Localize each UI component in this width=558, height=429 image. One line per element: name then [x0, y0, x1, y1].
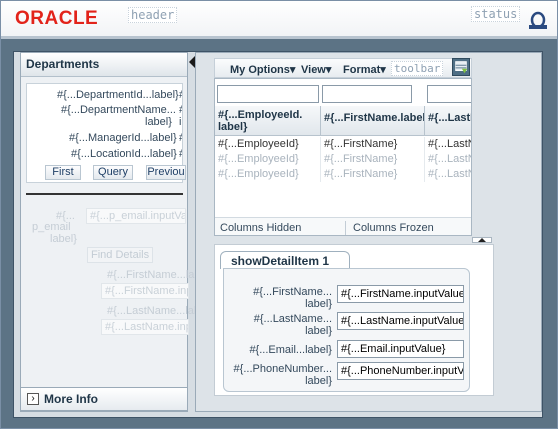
- chevron-down-icon: ▾: [289, 64, 296, 76]
- table-cell[interactable]: #{...LastN: [425, 167, 471, 182]
- oracle-logo: ORACLE: [15, 8, 99, 29]
- table-cell[interactable]: #{...LastN: [425, 137, 471, 152]
- filter-lastname-input[interactable]: [427, 85, 471, 103]
- lastname-label-2: label}: [305, 325, 332, 337]
- table-cell[interactable]: #{...FirstName}: [321, 137, 425, 152]
- column-header-firstname[interactable]: #{...FirstName.label}: [321, 106, 425, 136]
- table-cell[interactable]: #{...FirstName}: [321, 167, 425, 182]
- manager-id-value[interactable]: #{.: [179, 132, 182, 144]
- department-name-value-2[interactable]: inp: [179, 116, 182, 128]
- tab-show-detail-item[interactable]: showDetailItem 1: [220, 251, 350, 269]
- column-header-employee-id[interactable]: #{...EmployeeId. label}: [215, 106, 321, 136]
- detach-table-icon[interactable]: [452, 58, 470, 76]
- location-id-label: #{...LocationId...label}: [71, 148, 177, 160]
- first-button[interactable]: First: [45, 165, 81, 180]
- department-name-label-2: label}: [145, 116, 172, 128]
- email-search-label-3: label}: [50, 233, 77, 245]
- my-options-label: My Options: [230, 64, 290, 76]
- header-bar: ORACLE header status: [1, 1, 557, 36]
- toolbar-region-tag: toolbar: [391, 61, 444, 76]
- columns-frozen-label: Columns Frozen: [353, 222, 434, 234]
- lastname-input[interactable]: #{...LastName.inputValue: [337, 312, 464, 330]
- more-info-label: More Info: [44, 392, 98, 406]
- section-divider: [26, 193, 183, 195]
- employees-table: #{...EmployeeId. label} #{...FirstName.l…: [214, 78, 472, 236]
- status-region-tag: status: [471, 6, 521, 22]
- departments-panel: Departments #{...DepartmentId...label} #…: [20, 52, 209, 412]
- email-input[interactable]: #{...Email.inputValue}: [337, 340, 464, 358]
- table-cell[interactable]: #{...FirstName}: [321, 152, 425, 167]
- result-lastname-label: #{...LastName...label: [107, 305, 209, 317]
- table-cell[interactable]: #{...EmployeeId}: [215, 152, 321, 167]
- result-firstname-input[interactable]: #{...FirstName.inpu: [101, 283, 189, 299]
- phone-input[interactable]: #{...PhoneNumber.inputV: [337, 362, 464, 380]
- email-label: #{...Email...label}: [249, 344, 332, 356]
- chevron-down-icon: ▾: [325, 64, 332, 76]
- result-lastname-input[interactable]: #{...LastName.inpu: [101, 319, 189, 335]
- firstname-input[interactable]: #{...FirstName.inputValue: [337, 285, 464, 303]
- my-options-menu[interactable]: My Options▾: [230, 63, 295, 76]
- previous-button[interactable]: Previou: [146, 165, 186, 180]
- firstname-label: #{...FirstName...: [253, 286, 332, 298]
- table-status-bar: Columns Hidden Columns Frozen: [215, 217, 471, 235]
- departments-header[interactable]: Departments: [21, 53, 187, 77]
- status-separator: [345, 221, 346, 235]
- location-id-value[interactable]: #{.: [179, 148, 182, 160]
- department-id-label: #{...DepartmentId...label}: [57, 89, 179, 101]
- firstname-label-2: label}: [305, 298, 332, 310]
- table-cell[interactable]: #{...LastN: [425, 152, 471, 167]
- filter-firstname-input[interactable]: [322, 85, 412, 103]
- view-label: View: [301, 64, 326, 76]
- table-cell[interactable]: #{...EmployeeId}: [215, 137, 321, 152]
- format-menu[interactable]: Format▾: [343, 63, 386, 76]
- lastname-label: #{...LastName...: [253, 313, 332, 325]
- column-header-lastname[interactable]: #{...LastN: [425, 106, 471, 136]
- chevron-down-icon: ▾: [380, 64, 386, 76]
- phone-label-2: label}: [305, 375, 332, 387]
- format-label: Format: [343, 64, 381, 76]
- query-button[interactable]: Query: [93, 165, 133, 180]
- table-cell[interactable]: #{...EmployeeId}: [215, 167, 321, 182]
- columns-hidden-label: Columns Hidden: [220, 222, 302, 234]
- department-name-value[interactable]: #{.: [179, 104, 182, 116]
- more-info-header[interactable]: › More Info: [20, 387, 188, 411]
- loading-status-icon: [529, 11, 547, 29]
- department-id-value[interactable]: #{.: [179, 89, 182, 101]
- result-firstname-label: #{...FirstName...label: [107, 269, 210, 281]
- manager-id-label: #{...ManagerId...label}: [69, 132, 177, 144]
- department-name-label: #{...DepartmentName...: [61, 104, 176, 116]
- expand-icon[interactable]: ›: [27, 393, 39, 405]
- collapse-bottom-icon[interactable]: [472, 237, 492, 243]
- filter-employee-id-input[interactable]: [217, 85, 319, 103]
- header-region-tag: header: [128, 7, 178, 23]
- find-details-button[interactable]: Find Details: [87, 247, 154, 263]
- phone-label: #{...PhoneNumber...: [233, 363, 332, 375]
- view-menu[interactable]: View▾: [301, 63, 331, 76]
- email-search-label-2: p_email: [32, 221, 71, 233]
- email-search-input[interactable]: #{...p_email.inputValu: [86, 208, 186, 224]
